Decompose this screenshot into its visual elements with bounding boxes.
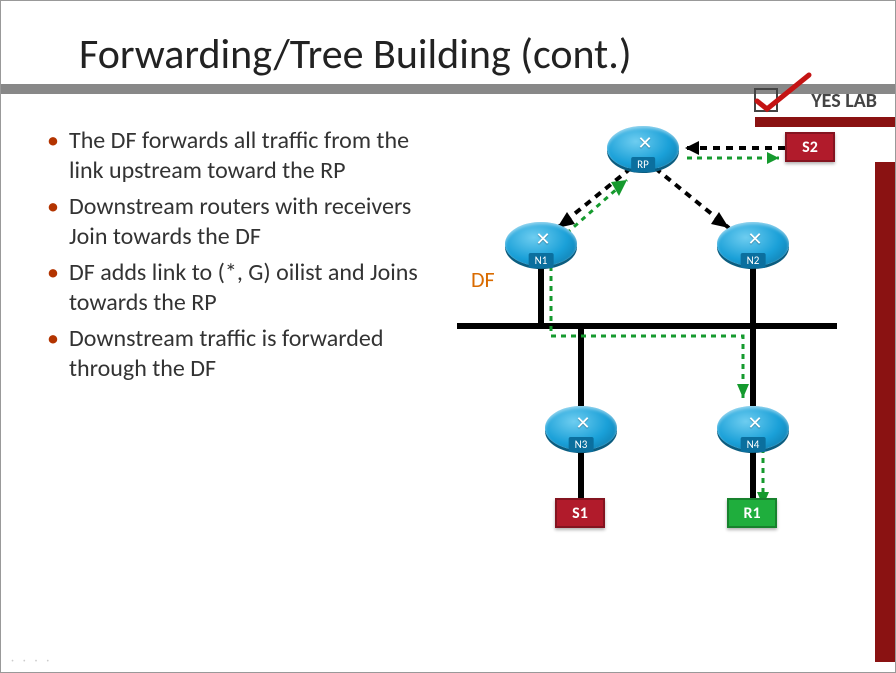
checkmark-box-icon [753,71,813,113]
node-s2: S2 [785,132,835,162]
router-rp: ✕RP [607,126,679,170]
slide: Forwarding/Tree Building (cont.) YES LAB… [0,0,896,673]
bullet-item: DF adds link to (*, G) oilist and Joins … [47,258,427,318]
node-r1: R1 [727,498,777,528]
bullet-list: The DF forwards all traffic from the lin… [47,126,427,546]
router-n3: ✕N3 [545,406,617,450]
content-area: The DF forwards all traffic from the lin… [1,94,895,546]
brand-text: YES LAB [811,89,877,113]
network-diagram: ✕RP ✕N1 ✕N2 ✕N3 ✕N4 S2 S1 R1 DF [427,126,857,546]
router-n2: ✕N2 [717,222,789,266]
diagram-links [427,126,857,546]
router-n1: ✕N1 [505,222,577,266]
bullet-item: Downstream traffic is forwarded through … [47,324,427,384]
brand-logo: YES LAB [753,71,877,113]
bullet-item: Downstream routers with receivers Join t… [47,192,427,252]
df-label: DF [471,266,495,293]
footer-marks: · · · · [11,654,52,668]
router-n4: ✕N4 [717,406,789,450]
node-s1: S1 [555,498,605,528]
side-accent-bar [875,162,895,662]
bullet-item: The DF forwards all traffic from the lin… [47,126,427,186]
